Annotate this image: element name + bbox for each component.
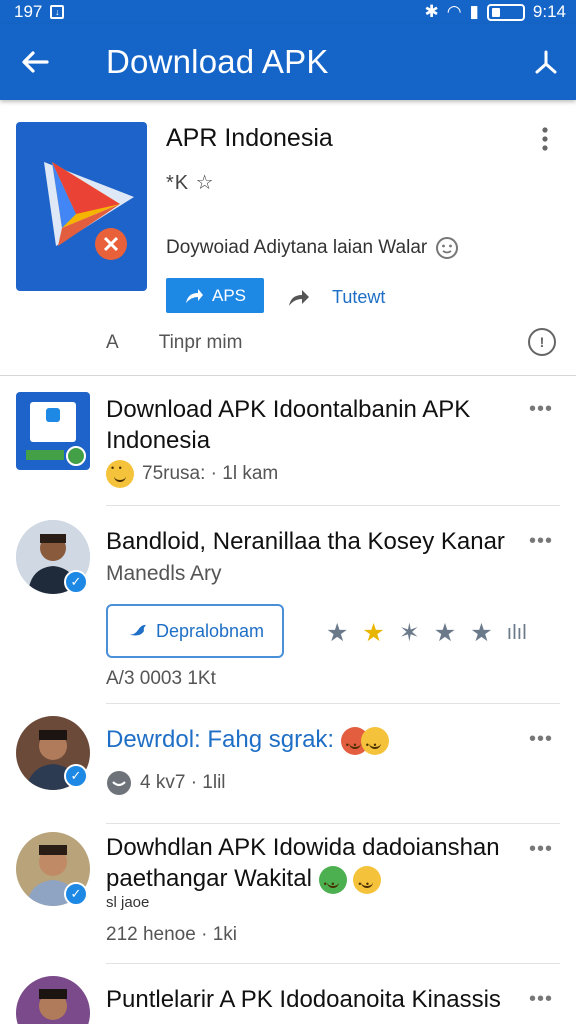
item-title: Puntlelarir A PK Idodoanoita Kinassis: [106, 986, 501, 1013]
smiley-icon: [353, 865, 382, 900]
smiley-icon: [360, 726, 389, 761]
list-item[interactable]: ✓ Dowhdlan APK Idowida dadoianshan paeth…: [0, 824, 576, 964]
reaction-icon: [107, 771, 131, 795]
list-item[interactable]: Puntlelarir A PK Idodoanoita Kinassis ••…: [0, 964, 576, 1024]
item-subtitle: Manedls Ary: [106, 562, 222, 585]
bird-icon: [127, 624, 146, 636]
item-title: Dowhdlan APK Idowida dadoianshan paethan…: [106, 832, 516, 900]
item-meta: 4 kv7 · 1lil: [106, 770, 226, 796]
item-meta-text: A/3 0003 1Kt: [106, 668, 216, 689]
share-arrow-icon: [185, 288, 203, 303]
star-icon[interactable]: ★: [326, 618, 348, 648]
list-item[interactable]: Download APK Idoontalbanin APK Indonesia…: [0, 376, 576, 506]
page-title: Download APK: [106, 43, 329, 80]
item-title: Download APK Idoontalbanin APK Indonesia: [106, 396, 471, 454]
verified-badge-icon: ✓: [64, 882, 88, 906]
more-vertical-icon: [542, 127, 548, 151]
star-icon[interactable]: ✶: [399, 618, 420, 648]
app-description-text: Doywoiad Adiytana laian Walar: [166, 237, 428, 258]
green-emoji-icon: [318, 865, 347, 900]
app-menu-button[interactable]: [530, 124, 560, 154]
status-time: 9:14: [532, 2, 566, 21]
bar-chart-icon[interactable]: ılıl: [507, 622, 527, 645]
app-name: APR Indonesia: [166, 124, 333, 152]
status-bar: 197 ↓ ✱ ◠ ▮ 9:14: [0, 0, 576, 24]
play-logo-icon: [44, 162, 134, 260]
item-meta: 212 henoe · 1ki: [106, 924, 237, 946]
reaction-stars[interactable]: ★ ★ ✶ ★ ★ ılıl: [326, 618, 527, 648]
tweet-button[interactable]: Tutewt: [286, 281, 385, 313]
battery-icon: [486, 3, 525, 21]
app-header-card: APR Indonesia *K ☆ Doywoiad Adiytana lai…: [0, 100, 576, 376]
forward-arrow-icon: [289, 290, 309, 306]
item-title: Dewrdol: Fahg sgrak:: [106, 724, 516, 761]
item-action-button[interactable]: Depralobnam: [106, 604, 284, 658]
verified-badge-icon: ✓: [64, 570, 88, 594]
item-title-text: Dowhdlan APK Idowida dadoianshan paethan…: [106, 834, 500, 892]
smiley-icon: [106, 460, 134, 488]
meta-label-a: A: [106, 332, 119, 353]
star-icon[interactable]: ★: [434, 618, 456, 648]
smiley-icon: [436, 237, 459, 259]
status-time-left: 197: [14, 2, 43, 21]
star-gold-icon[interactable]: ★: [362, 618, 384, 648]
item-title-text: Dewrdol: Fahg sgrak:: [106, 726, 335, 753]
share-button[interactable]: [516, 24, 576, 100]
app-description: Doywoiad Adiytana laian Walar: [166, 236, 459, 260]
list-item[interactable]: ✓ Dewrdol: Fahg sgrak: ••• 4 kv7 · 1lil: [0, 704, 576, 824]
app-meta-row: A Tinpr mim: [106, 332, 242, 354]
back-button[interactable]: [0, 24, 70, 100]
verified-badge-icon: ✓: [64, 764, 88, 788]
item-meta-text: 212 henoe · 1ki: [106, 924, 237, 945]
item-extra: sl jaoe: [106, 894, 150, 911]
list-item[interactable]: ✓ Bandloid, Neranillaa tha Kosey Kanar •…: [0, 506, 576, 704]
apk-download-button[interactable]: APS: [166, 278, 264, 313]
apk-button-label: APS: [211, 285, 247, 305]
app-bar: Download APK: [0, 24, 576, 100]
avatar: [16, 976, 90, 1024]
person-avatar-icon: [16, 976, 90, 1024]
item-meta-text: 75rusa: · 1l kam: [142, 463, 279, 484]
bluetooth-icon: ✱: [424, 2, 439, 21]
notification-icon: ↓: [50, 5, 65, 19]
app-rating: *K ☆: [166, 172, 215, 194]
more-options-button[interactable]: •••: [526, 531, 556, 552]
signal-icon: ▮: [469, 2, 479, 21]
item-meta: A/3 0003 1Kt: [106, 668, 216, 690]
wifi-icon: ◠: [446, 2, 462, 21]
share-icon: [535, 50, 557, 74]
item-meta-text: 4 kv7 · 1lil: [140, 772, 226, 793]
star-icon[interactable]: ★: [470, 618, 492, 648]
more-options-button[interactable]: •••: [526, 729, 556, 750]
app-logo[interactable]: [16, 122, 147, 291]
item-app-icon: [16, 392, 90, 470]
item-meta: 75rusa: · 1l kam: [106, 460, 278, 488]
more-options-button[interactable]: •••: [526, 839, 556, 860]
meta-label-b: Tinpr mim: [158, 332, 243, 353]
item-action-label: Depralobnam: [155, 620, 265, 641]
arrow-left-icon: [22, 51, 49, 73]
more-options-button[interactable]: •••: [526, 399, 556, 420]
tweet-button-label: Tutewt: [332, 286, 386, 307]
item-title: Bandloid, Neranillaa tha Kosey Kanar: [106, 528, 505, 555]
info-alert-icon[interactable]: !: [528, 328, 556, 356]
more-options-button[interactable]: •••: [526, 989, 556, 1010]
